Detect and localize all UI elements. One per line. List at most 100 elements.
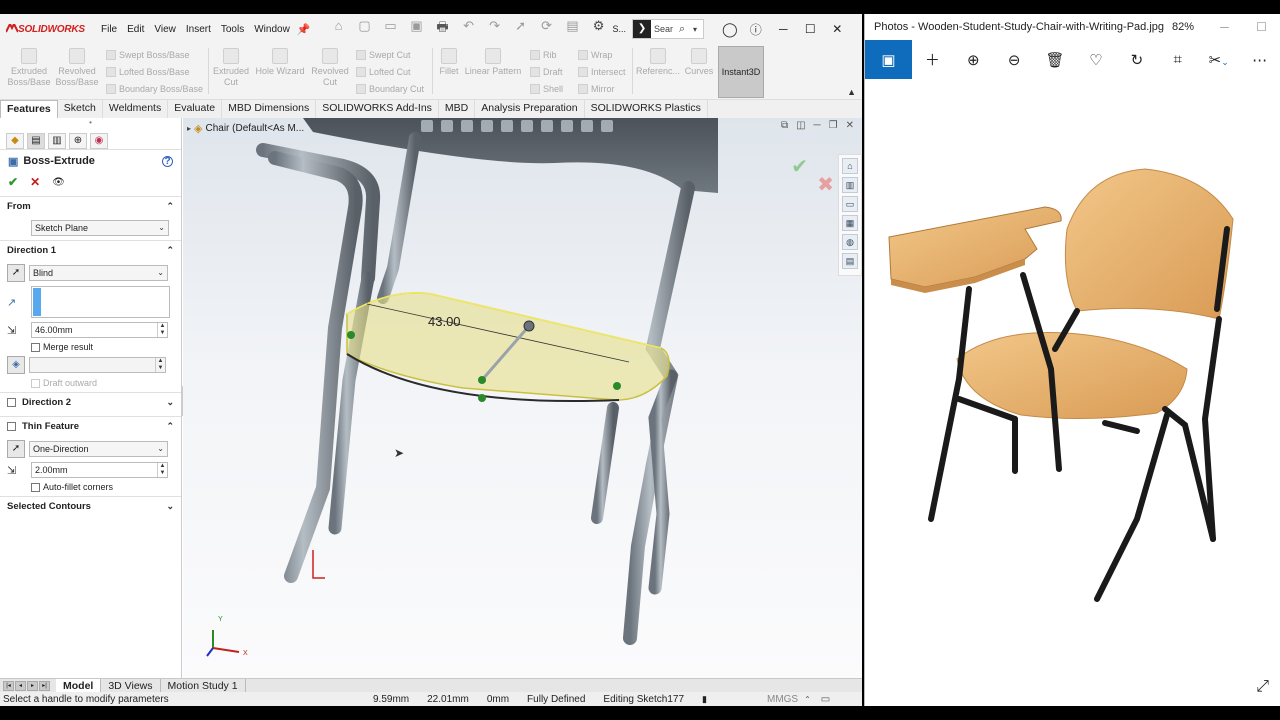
tab-features[interactable]: Features	[0, 100, 58, 118]
hide-show-icon[interactable]	[541, 120, 553, 132]
last-tab-icon[interactable]: ▸|	[39, 680, 50, 691]
checkbox-box[interactable]	[31, 342, 40, 352]
lofted-cut-button[interactable]: Lofted Cut	[356, 67, 411, 77]
graphics-area[interactable]: 43.00 Y X ▸ ◈ Chair (Default<As M... ⧉ ◫…	[183, 118, 862, 678]
search-icon[interactable]: ⌕	[679, 23, 693, 36]
restore-down-icon[interactable]: ❐	[829, 120, 838, 131]
minimize-icon[interactable]: ─	[770, 22, 797, 36]
group-selected-contours[interactable]: Selected Contours ⌄	[0, 496, 181, 516]
thin-type-select[interactable]: One-Direction ⌄	[29, 441, 168, 457]
first-tab-icon[interactable]: |◂	[3, 680, 14, 691]
group-direction-1[interactable]: Direction 1 ⌃	[0, 240, 181, 260]
appearance-icon[interactable]	[561, 120, 573, 132]
chevron-up-icon[interactable]: ⌃	[166, 245, 174, 256]
tile-icon[interactable]: ⧉	[781, 120, 788, 131]
customize-icon[interactable]: ▭	[821, 694, 830, 705]
group-thin-feature[interactable]: Thin Feature ⌃	[0, 416, 181, 436]
pin-icon[interactable]: 📌	[297, 23, 311, 36]
view-orientation-icon[interactable]	[501, 120, 513, 132]
zoom-to-fit-icon[interactable]	[421, 120, 433, 132]
menu-window[interactable]: Window	[249, 24, 295, 35]
save-icon[interactable]: ▣	[409, 18, 425, 40]
extruded-boss-button[interactable]: Extruded Boss/Base	[6, 48, 52, 88]
solidworks-resources-icon[interactable]: ⌂	[842, 158, 858, 174]
draft-button[interactable]: Draft	[530, 67, 563, 77]
restore-icon[interactable]: ◫	[796, 120, 805, 131]
boundary-cut-button[interactable]: Boundary Cut	[356, 84, 424, 94]
boundary-boss-button[interactable]: Boundary Boss/Base	[106, 84, 203, 94]
confirm-ok-icon[interactable]: ✔	[791, 154, 808, 179]
confirm-cancel-icon[interactable]: ✖	[817, 172, 834, 197]
appearances-icon[interactable]: ◍	[842, 234, 858, 250]
maximize-icon[interactable]: ☐	[797, 22, 824, 36]
from-select[interactable]: Sketch Plane ⌄	[31, 220, 169, 236]
checkbox-box[interactable]	[31, 482, 40, 492]
chair-model[interactable]: 43.00 Y X	[183, 118, 862, 678]
favorite-heart-icon[interactable]: ♡	[1076, 51, 1117, 69]
extrude-preview[interactable]	[346, 292, 670, 401]
close-icon[interactable]: ✕	[846, 120, 854, 131]
drag-handle[interactable]	[523, 320, 535, 332]
ok-check-icon[interactable]: ✔	[8, 175, 18, 189]
select-icon[interactable]: ➚	[513, 18, 529, 40]
spinner-icon[interactable]: ▲ ▼	[157, 323, 167, 337]
fillet-button[interactable]: Fillet	[436, 48, 462, 77]
end-condition-select[interactable]: Blind ⌄	[29, 265, 168, 281]
tab-addins[interactable]: SOLIDWORKS Add-Ins	[316, 100, 439, 118]
depth-input[interactable]: 46.00mm ▲ ▼	[31, 322, 168, 338]
lofted-boss-button[interactable]: Lofted Boss/Base	[106, 67, 190, 77]
menu-view[interactable]: View	[149, 24, 181, 35]
checkbox-box[interactable]	[7, 398, 16, 407]
tree-label[interactable]: Chair (Default<As M...	[205, 123, 304, 134]
instant3d-button[interactable]: Instant3D	[718, 46, 764, 98]
chevron-up-icon[interactable]: ⌃	[166, 421, 174, 432]
zoom-out-icon[interactable]: ⊖	[994, 51, 1035, 69]
direction2-checkbox[interactable]	[7, 398, 22, 407]
display-manager-icon[interactable]: ◉	[90, 132, 108, 149]
reverse-direction-icon[interactable]: ➚	[7, 440, 25, 458]
checkbox-box[interactable]	[7, 422, 16, 431]
wrap-button[interactable]: Wrap	[578, 50, 612, 60]
delete-icon[interactable]: 🗑	[1035, 51, 1076, 69]
tab-mbd-dimensions[interactable]: MBD Dimensions	[222, 100, 317, 118]
revolved-cut-button[interactable]: Revolved Cut	[308, 48, 352, 88]
preview-eye-icon[interactable]: 👁	[52, 177, 65, 188]
menu-file[interactable]: File	[96, 24, 122, 35]
open-icon[interactable]: ▭	[383, 18, 399, 40]
file-properties-icon[interactable]: ▤	[565, 18, 581, 40]
edit-image-icon[interactable]: ✂⌄	[1198, 51, 1239, 69]
extruded-cut-button[interactable]: Extruded Cut	[210, 48, 252, 88]
spinner-icon[interactable]: ▲ ▼	[157, 463, 167, 477]
auto-fillet-checkbox[interactable]: Auto-fillet corners	[31, 482, 113, 492]
reverse-direction-icon[interactable]: ➚	[7, 264, 25, 282]
panel-grip[interactable]: •	[0, 118, 181, 132]
rebuild-status-icon[interactable]: ▮	[702, 694, 707, 705]
linear-pattern-button[interactable]: Linear Pattern	[464, 48, 522, 77]
chevron-down-icon[interactable]: ▾	[693, 25, 703, 34]
print-icon[interactable]: 🖶	[435, 18, 451, 40]
section-view-icon[interactable]	[481, 120, 493, 132]
see-all-photos-button[interactable]: ▣	[865, 40, 912, 79]
help-icon[interactable]: ?	[162, 155, 173, 167]
chevron-down-icon[interactable]: ⌄	[166, 501, 174, 512]
tab-plastics[interactable]: SOLIDWORKS Plastics	[585, 100, 708, 118]
solidworks-logo[interactable]: SOLIDWORKS	[6, 24, 90, 35]
photo-canvas[interactable]: ⤢	[865, 79, 1280, 706]
swept-boss-button[interactable]: Swept Boss/Base	[106, 50, 190, 60]
prev-tab-icon[interactable]: ◂	[15, 680, 26, 691]
crop-icon[interactable]: ⌗	[1157, 51, 1198, 68]
file-explorer-icon[interactable]: ▭	[842, 196, 858, 212]
expand-arrow-icon[interactable]: ▸	[187, 124, 191, 133]
dimension-43[interactable]: 43.00	[428, 314, 461, 329]
menu-edit[interactable]: Edit	[122, 24, 149, 35]
status-units[interactable]: MMGS	[767, 694, 798, 705]
tab-sketch[interactable]: Sketch	[58, 100, 103, 118]
direction-vector-field[interactable]	[31, 286, 170, 318]
display-style-icon[interactable]	[521, 120, 533, 132]
view-palette-icon[interactable]: ▦	[842, 215, 858, 231]
merge-result-checkbox[interactable]: Merge result	[31, 342, 93, 352]
shell-button[interactable]: Shell	[530, 84, 563, 94]
help-icon[interactable]: ⓘ	[750, 21, 762, 38]
hole-wizard-button[interactable]: Hole Wizard	[254, 48, 306, 77]
mirror-button[interactable]: Mirror	[578, 84, 615, 94]
